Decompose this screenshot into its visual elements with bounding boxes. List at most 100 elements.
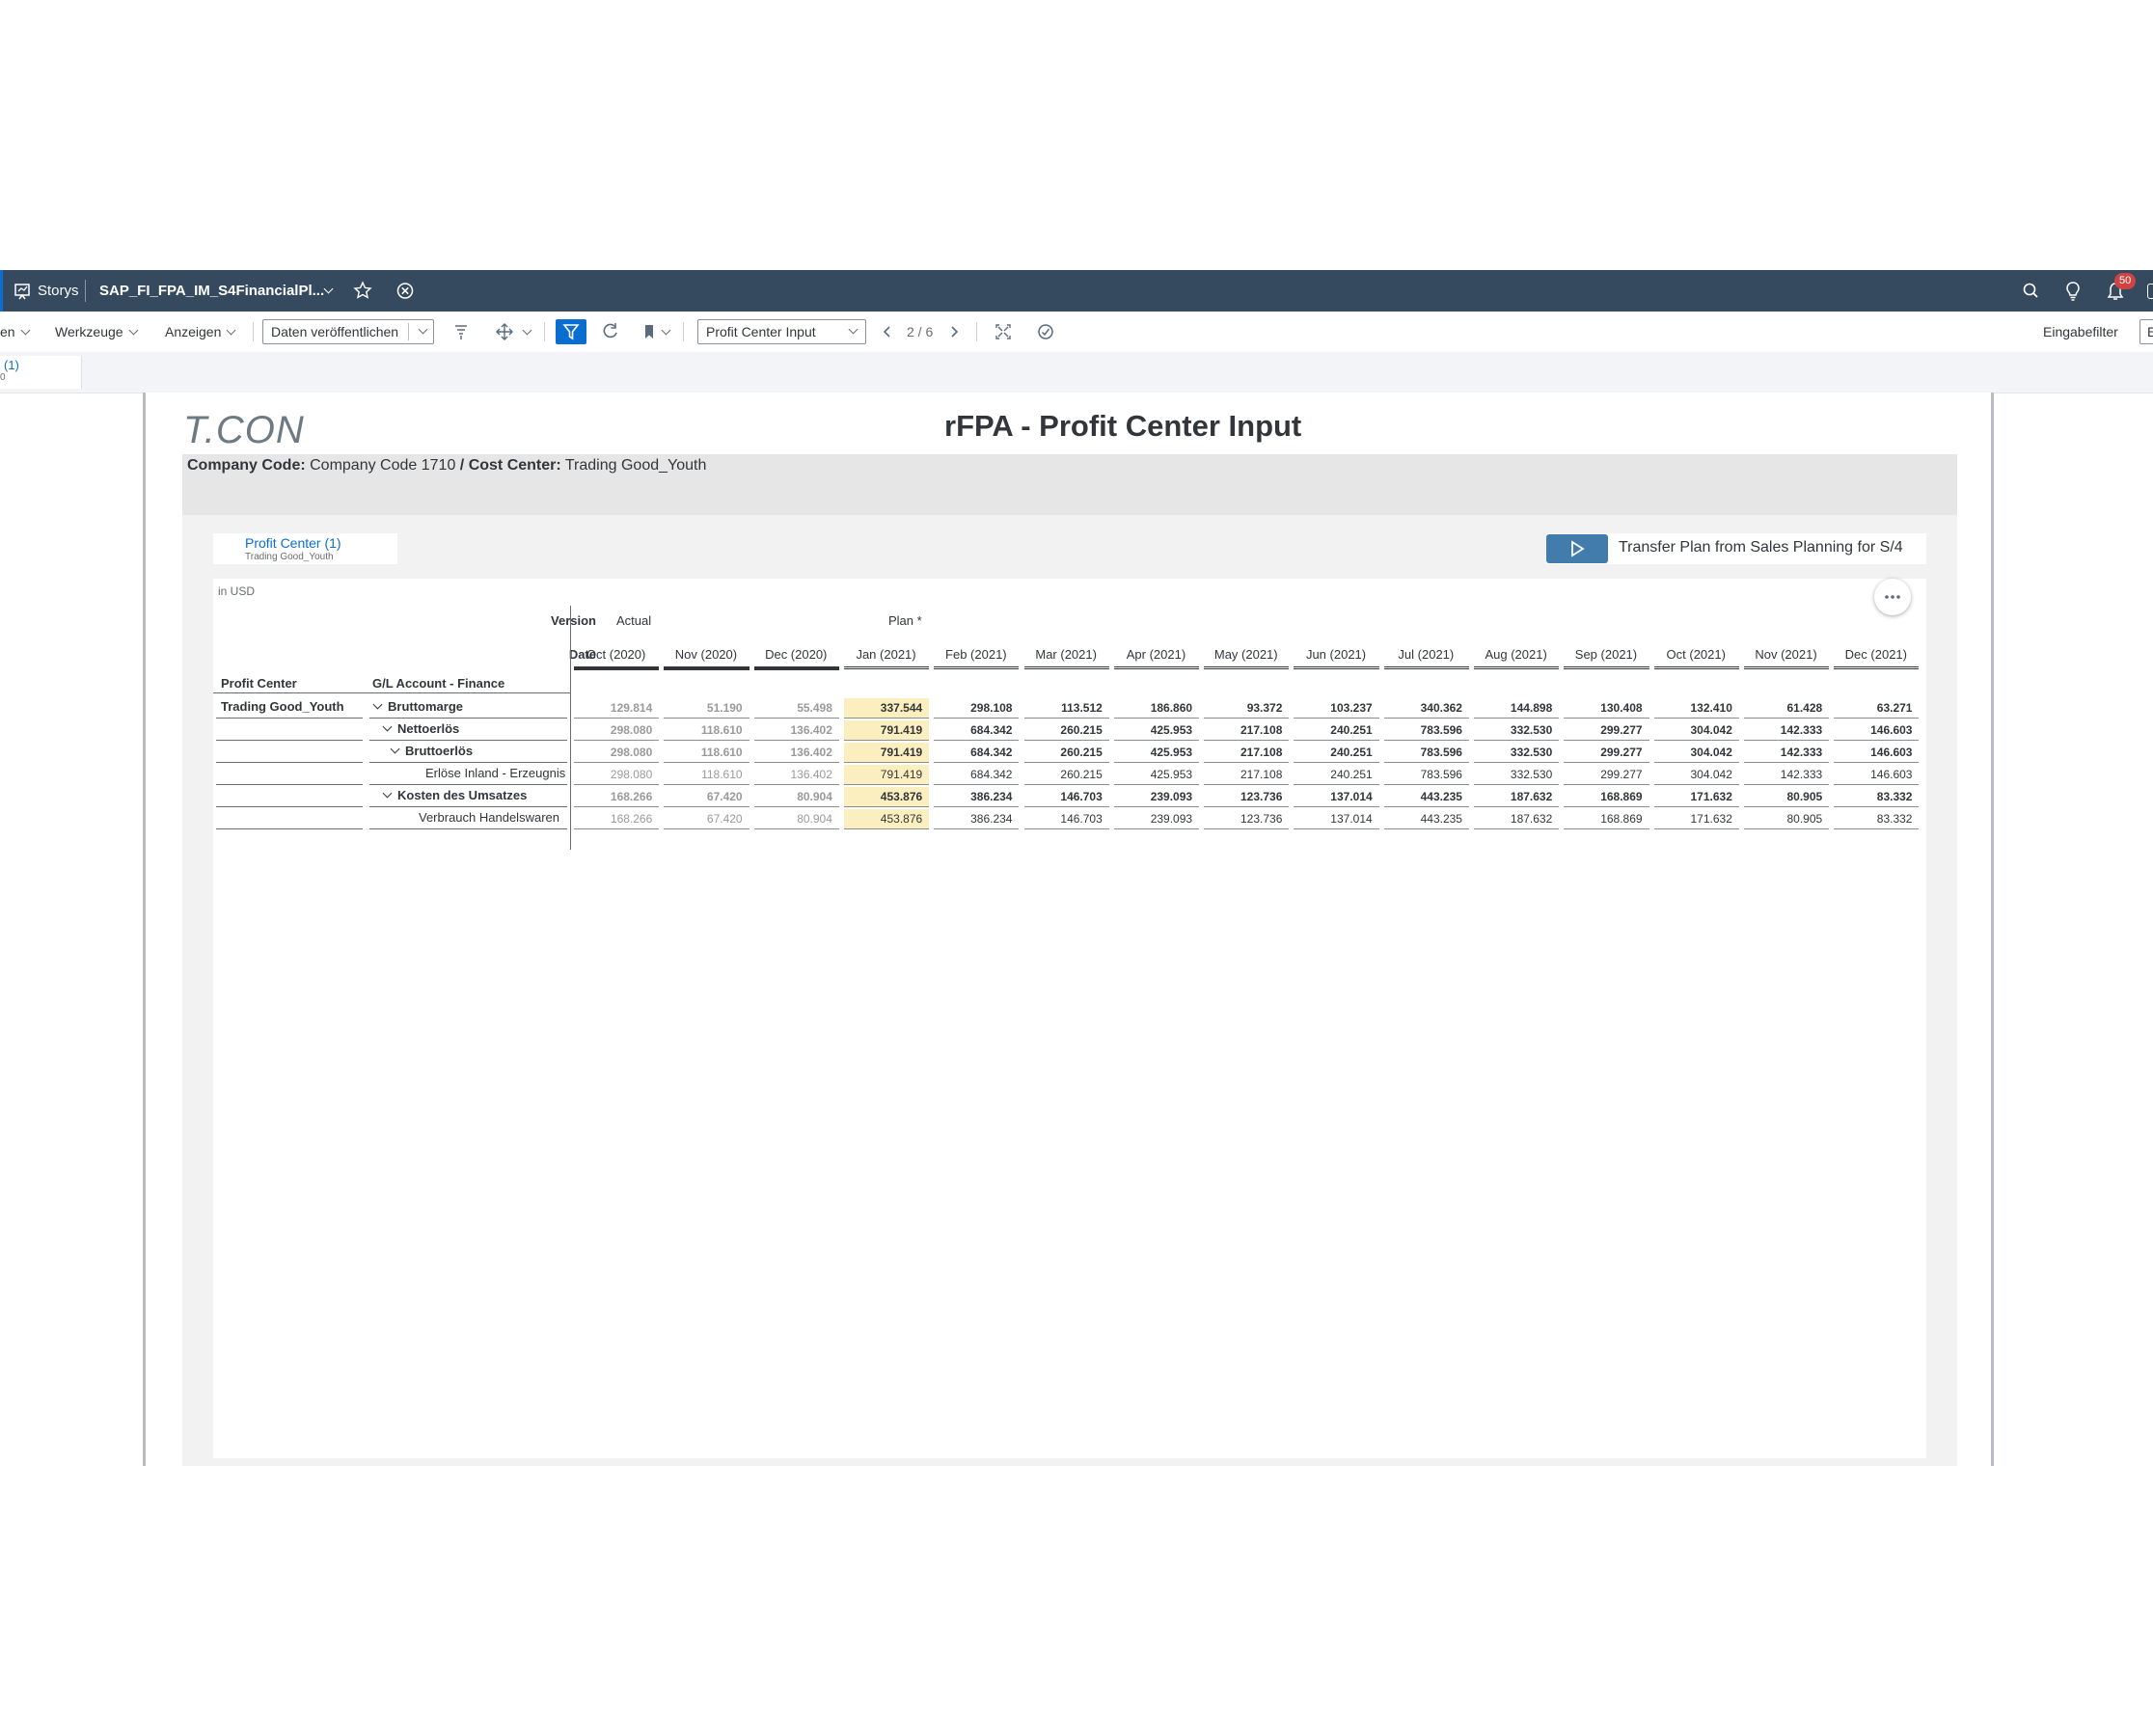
plan-input-cell[interactable]: 425.953 xyxy=(1113,743,1200,763)
plan-input-cell[interactable]: 239.093 xyxy=(1113,787,1200,807)
plan-input-cell[interactable]: 684.342 xyxy=(934,743,1020,763)
plan-input-cell[interactable]: 240.251 xyxy=(1294,720,1379,741)
plan-input-cell[interactable]: 93.372 xyxy=(1204,698,1290,719)
plan-input-cell[interactable]: 783.596 xyxy=(1383,765,1469,785)
plan-input-cell[interactable]: 304.042 xyxy=(1653,743,1739,763)
plan-input-cell[interactable]: 137.014 xyxy=(1294,809,1379,829)
storys-link[interactable]: Storys xyxy=(38,270,79,312)
plan-input-cell[interactable]: 146.603 xyxy=(1834,743,1920,763)
plan-input-cell[interactable]: 217.108 xyxy=(1204,765,1290,785)
plan-input-cell[interactable]: 130.408 xyxy=(1564,698,1649,719)
plan-input-cell[interactable]: 684.342 xyxy=(934,720,1020,741)
plan-input-cell[interactable]: 386.234 xyxy=(934,809,1020,829)
plan-input-cell[interactable]: 425.953 xyxy=(1113,720,1200,741)
bookmark-icon[interactable] xyxy=(642,312,656,352)
plan-input-cell[interactable]: 443.235 xyxy=(1383,809,1469,829)
plan-input-cell[interactable]: 168.869 xyxy=(1564,787,1649,807)
plan-input-cell[interactable]: 103.237 xyxy=(1294,698,1379,719)
plan-input-cell[interactable]: 113.512 xyxy=(1023,698,1109,719)
publish-data-button[interactable]: Daten veröffentlichen xyxy=(262,319,434,344)
plan-input-cell[interactable]: 332.530 xyxy=(1474,720,1560,741)
storys-icon[interactable] xyxy=(14,270,31,312)
refresh-icon[interactable] xyxy=(602,312,619,352)
gl-account-row[interactable]: Bruttoerlös xyxy=(390,744,473,758)
plan-input-cell[interactable]: 340.362 xyxy=(1383,698,1469,719)
plan-input-cell[interactable]: 260.215 xyxy=(1023,720,1109,741)
plan-input-cell[interactable]: 217.108 xyxy=(1204,743,1290,763)
plan-input-cell[interactable]: 332.530 xyxy=(1474,743,1560,763)
plan-input-cell[interactable]: 240.251 xyxy=(1294,765,1379,785)
plan-input-cell[interactable]: 783.596 xyxy=(1383,720,1469,741)
plan-input-cell[interactable]: 240.251 xyxy=(1294,743,1379,763)
plan-input-cell[interactable]: 171.632 xyxy=(1653,809,1739,829)
plan-input-cell[interactable]: 83.332 xyxy=(1834,787,1920,807)
plan-input-cell[interactable]: 239.093 xyxy=(1113,809,1200,829)
plan-input-cell[interactable]: 337.544 xyxy=(843,698,930,719)
performance-check-icon[interactable] xyxy=(1037,312,1054,352)
gl-account-row[interactable]: Nettoerlös xyxy=(382,721,459,736)
data-refresh-settings-icon[interactable] xyxy=(453,312,469,352)
previous-page-icon[interactable] xyxy=(882,312,893,352)
plan-input-cell[interactable]: 132.410 xyxy=(1653,698,1739,719)
page-select[interactable]: Profit Center Input xyxy=(697,319,866,344)
close-story-icon[interactable] xyxy=(395,270,415,312)
plan-input-cell[interactable]: 171.632 xyxy=(1653,787,1739,807)
expand-chevron-icon[interactable] xyxy=(372,699,383,710)
plan-input-cell[interactable]: 83.332 xyxy=(1834,809,1920,829)
expand-chevron-icon[interactable] xyxy=(390,744,400,754)
plan-input-cell[interactable]: 684.342 xyxy=(934,765,1020,785)
menu-file[interactable]: en xyxy=(0,312,31,352)
next-page-icon[interactable] xyxy=(948,312,960,352)
plan-input-cell[interactable]: 332.530 xyxy=(1474,765,1560,785)
plan-input-cell[interactable]: 425.953 xyxy=(1113,765,1200,785)
lightbulb-icon[interactable] xyxy=(2064,270,2082,312)
move-input-icon[interactable] xyxy=(494,312,515,352)
filter-tab[interactable]: (1) 0 xyxy=(0,356,82,389)
plan-input-cell[interactable]: 123.736 xyxy=(1204,787,1290,807)
plan-input-cell[interactable]: 453.876 xyxy=(843,809,930,829)
user-icon[interactable] xyxy=(2147,284,2153,299)
plan-input-cell[interactable]: 142.333 xyxy=(1743,743,1830,763)
fullscreen-icon[interactable] xyxy=(995,312,1012,352)
filter-toggle-button[interactable] xyxy=(556,319,586,344)
plan-input-cell[interactable]: 783.596 xyxy=(1383,743,1469,763)
plan-input-cell[interactable]: 187.632 xyxy=(1474,787,1560,807)
plan-input-cell[interactable]: 386.234 xyxy=(934,787,1020,807)
expand-chevron-icon[interactable] xyxy=(382,788,393,799)
story-title[interactable]: SAP_FI_FPA_IM_S4FinancialPl... xyxy=(99,270,324,312)
profit-center-filter-chip[interactable]: Profit Center (1) Trading Good_Youth xyxy=(213,533,397,564)
plan-input-cell[interactable]: 186.860 xyxy=(1113,698,1200,719)
menu-anzeigen[interactable]: Anzeigen xyxy=(165,312,236,352)
plan-input-cell[interactable]: 63.271 xyxy=(1834,698,1920,719)
plan-input-cell[interactable]: 791.419 xyxy=(843,765,930,785)
menu-werkzeuge[interactable]: Werkzeuge xyxy=(55,312,139,352)
plan-input-cell[interactable]: 123.736 xyxy=(1204,809,1290,829)
favorite-star-icon[interactable] xyxy=(353,270,372,312)
overflow-edit-button[interactable]: E xyxy=(2139,319,2153,344)
plan-input-cell[interactable]: 146.703 xyxy=(1023,787,1109,807)
gl-account-row[interactable]: Kosten des Umsatzes xyxy=(382,788,527,802)
plan-input-cell[interactable]: 80.905 xyxy=(1743,809,1830,829)
plan-input-cell[interactable]: 137.014 xyxy=(1294,787,1379,807)
plan-input-cell[interactable]: 260.215 xyxy=(1023,743,1109,763)
plan-input-cell[interactable]: 298.108 xyxy=(934,698,1020,719)
plan-input-cell[interactable]: 146.703 xyxy=(1023,809,1109,829)
plan-input-cell[interactable]: 146.603 xyxy=(1834,765,1920,785)
plan-input-cell[interactable]: 142.333 xyxy=(1743,765,1830,785)
more-actions-button[interactable] xyxy=(1874,579,1911,615)
plan-input-cell[interactable]: 142.333 xyxy=(1743,720,1830,741)
plan-input-cell[interactable]: 168.869 xyxy=(1564,809,1649,829)
plan-input-cell[interactable]: 217.108 xyxy=(1204,720,1290,741)
plan-input-cell[interactable]: 299.277 xyxy=(1564,765,1649,785)
plan-input-cell[interactable]: 260.215 xyxy=(1023,765,1109,785)
plan-input-cell[interactable]: 299.277 xyxy=(1564,720,1649,741)
plan-input-cell[interactable]: 146.603 xyxy=(1834,720,1920,741)
plan-input-cell[interactable]: 299.277 xyxy=(1564,743,1649,763)
plan-input-cell[interactable]: 304.042 xyxy=(1653,720,1739,741)
gl-account-row[interactable]: Bruttomarge xyxy=(372,699,463,714)
plan-input-cell[interactable]: 61.428 xyxy=(1743,698,1830,719)
transfer-plan-button[interactable] xyxy=(1546,534,1608,563)
input-filter-link[interactable]: Eingabefilter xyxy=(2043,312,2118,352)
plan-input-cell[interactable]: 304.042 xyxy=(1653,765,1739,785)
bookmark-dropdown-chevron-icon[interactable] xyxy=(656,312,671,352)
